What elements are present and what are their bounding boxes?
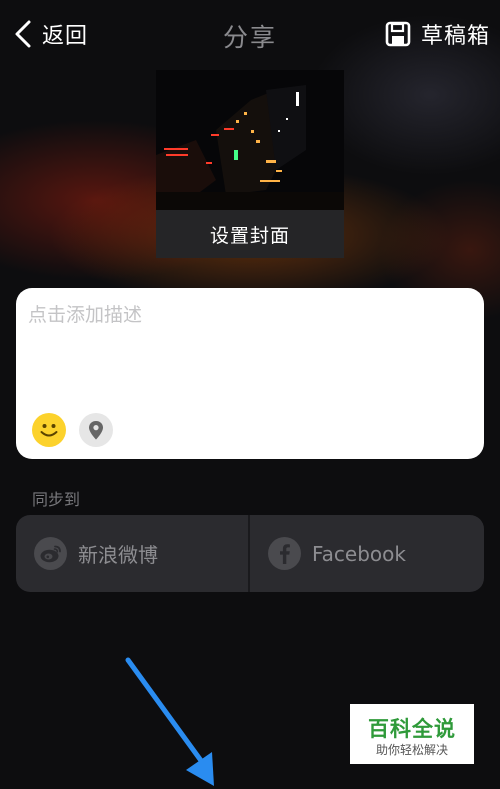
- weibo-icon: [34, 537, 67, 570]
- watermark-subtitle: 助你轻松解决: [375, 743, 448, 757]
- watermark-title: 百科全说: [368, 717, 456, 741]
- header-bar: 返回 分享 草稿箱: [0, 0, 500, 70]
- drafts-label: 草稿箱: [420, 24, 490, 49]
- map-pin-icon: [89, 421, 103, 440]
- smiley-icon: [40, 424, 58, 437]
- emoji-button[interactable]: [32, 413, 66, 447]
- watermark-logo: 百科全说 助你轻松解决: [350, 704, 474, 764]
- share-weibo-button[interactable]: 新浪微博: [34, 515, 248, 592]
- weibo-label: 新浪微博: [78, 543, 158, 567]
- facebook-icon: [268, 537, 301, 570]
- night-city-thumbnail: [156, 70, 344, 210]
- drafts-button[interactable]: 草稿箱: [385, 16, 490, 52]
- description-input[interactable]: [28, 300, 468, 400]
- facebook-label: Facebook: [312, 541, 406, 566]
- save-icon: [385, 21, 411, 47]
- share-facebook-button[interactable]: Facebook: [268, 515, 482, 592]
- share-divider: [248, 515, 250, 592]
- sync-to-label: 同步到: [32, 490, 81, 509]
- description-card: [16, 288, 484, 459]
- annotation-arrow-icon: [125, 657, 214, 786]
- location-button[interactable]: [79, 413, 113, 447]
- share-options: 新浪微博 Facebook: [16, 515, 484, 592]
- cover-image[interactable]: 设置封面: [156, 70, 344, 258]
- set-cover-label: 设置封面: [209, 224, 290, 247]
- cover-label-bar: 设置封面: [156, 210, 344, 258]
